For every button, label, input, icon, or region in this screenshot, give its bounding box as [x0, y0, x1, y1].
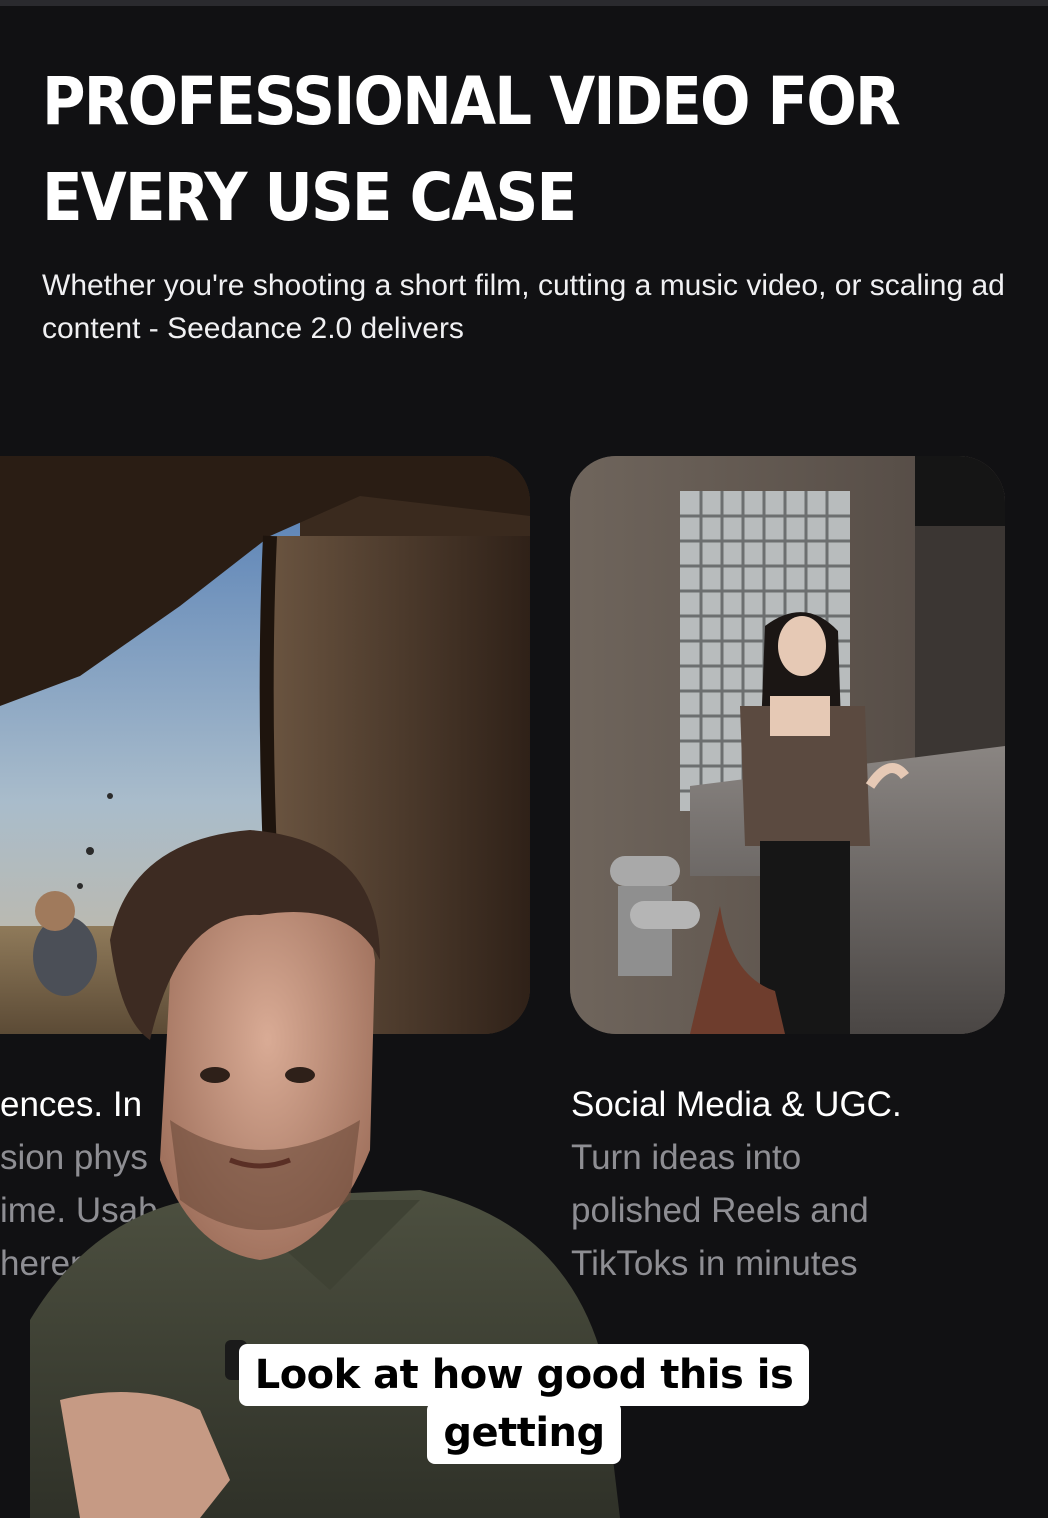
card-text-social: Social Media & UGC. Turn ideas into poli…: [571, 1078, 931, 1290]
caption-line-2: getting: [427, 1402, 621, 1464]
section-headline: PROFESSIONAL VIDEO FOR EVERY USE CASE: [42, 54, 906, 246]
headline-line-2: EVERY USE CASE: [42, 159, 577, 236]
section-subtitle: Whether you're shooting a short film, cu…: [42, 269, 1005, 345]
caption-line-1: Look at how good this is: [238, 1344, 810, 1406]
video-caption: Look at how good this is getting: [0, 1344, 1048, 1464]
top-strip: [0, 0, 1048, 6]
woman-in-cafe-image: [570, 456, 1005, 1034]
page: PROFESSIONAL VIDEO FOR EVERY USE CASE Wh…: [0, 0, 1048, 1518]
headline-line-1: PROFESSIONAL VIDEO FOR: [42, 63, 901, 140]
use-case-card-social[interactable]: [570, 456, 1005, 1034]
card-title-social: Social Media & UGC.: [571, 1085, 902, 1124]
